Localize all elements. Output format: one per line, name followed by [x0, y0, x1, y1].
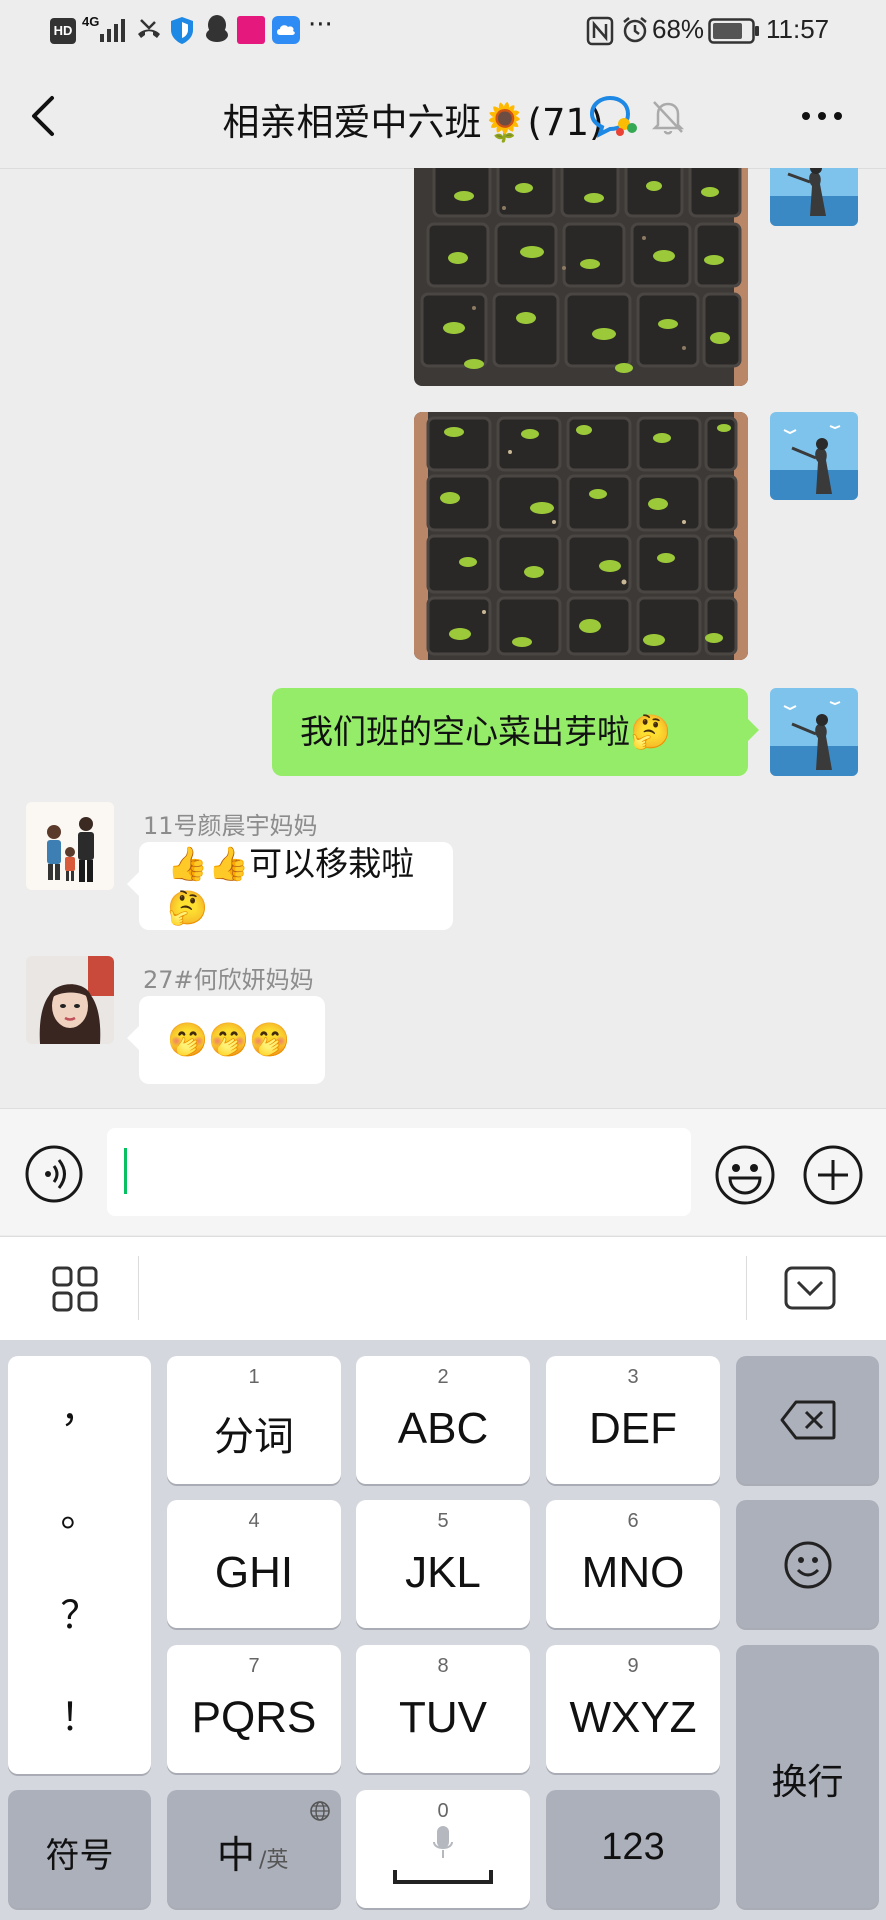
image-message[interactable]: [414, 412, 748, 660]
enter-key[interactable]: 换行: [736, 1645, 879, 1908]
globe-icon: [310, 1801, 330, 1821]
keyboard-toolbar: [0, 1236, 886, 1341]
smiley-icon: [784, 1541, 832, 1589]
bubble-tail: [747, 718, 759, 742]
my-avatar[interactable]: [770, 688, 858, 776]
more-notifications: ···: [308, 10, 333, 40]
backspace-key[interactable]: [736, 1356, 879, 1484]
key-number: 7: [248, 1655, 260, 1677]
key-1[interactable]: 1 分词: [167, 1356, 341, 1484]
key-number: 0: [437, 1800, 449, 1822]
backspace-icon: [780, 1400, 836, 1440]
text-caret: [124, 1148, 127, 1194]
key-5[interactable]: 5 JKL: [356, 1500, 530, 1628]
qq-icon: [206, 15, 228, 42]
key-label: JKL: [405, 1548, 481, 1597]
hd-badge: HD: [50, 18, 76, 44]
message-text: 👍👍可以移栽啦🤔: [167, 844, 415, 927]
key-number: 5: [437, 1510, 449, 1532]
member-avatar[interactable]: [26, 956, 114, 1044]
key-label: MNO: [581, 1548, 685, 1597]
key-3[interactable]: 3 DEF: [546, 1356, 720, 1484]
key-label: DEF: [589, 1404, 677, 1453]
my-text-bubble[interactable]: 我们班的空心菜出芽啦🤔: [272, 688, 748, 776]
key-4[interactable]: 4 GHI: [167, 1500, 341, 1628]
message-text: 我们班的空心菜出芽啦🤔: [300, 712, 672, 751]
key-7[interactable]: 7 PQRS: [167, 1645, 341, 1773]
shield-icon: [171, 17, 193, 44]
message-text: 🤭🤭🤭: [167, 1020, 291, 1059]
network-label: 4G: [82, 14, 100, 29]
my-avatar[interactable]: [770, 412, 858, 500]
key-6[interactable]: 6 MNO: [546, 1500, 720, 1628]
more-options-icon[interactable]: [800, 110, 844, 122]
key-label: TUV: [399, 1693, 487, 1742]
key-number: 1: [248, 1366, 260, 1388]
chat-title: 相亲相爱中六班🌻(71): [0, 92, 886, 146]
nfc-icon: [586, 16, 614, 46]
key-label: 分词: [214, 1414, 294, 1460]
key-exclamation[interactable]: ！: [8, 1686, 151, 1741]
member-text-bubble[interactable]: 🤭🤭🤭: [139, 996, 325, 1084]
voice-input-icon[interactable]: [24, 1144, 84, 1204]
bubble-tail: [127, 872, 139, 896]
bubble-tail: [127, 1026, 139, 1050]
add-attachment-icon[interactable]: [802, 1144, 864, 1206]
key-label: 换行: [771, 1762, 844, 1803]
signal-icon: [100, 19, 125, 42]
alarm-icon: [623, 17, 647, 43]
battery-percent: 68%: [652, 14, 705, 44]
app-notification-icon: [237, 16, 265, 44]
emoji-icon[interactable]: [714, 1144, 776, 1206]
toolbar-divider: [746, 1256, 747, 1320]
missed-call-icon: [138, 19, 160, 38]
key-question[interactable]: ？: [8, 1584, 151, 1639]
battery-icon: [708, 18, 759, 44]
key-number: 6: [627, 1510, 639, 1532]
mute-bell-icon: [651, 101, 685, 135]
key-period[interactable]: 。: [8, 1482, 151, 1537]
member-avatar[interactable]: [26, 802, 114, 890]
spacebar-icon: [393, 1870, 493, 1884]
microphone-icon: [433, 1826, 453, 1858]
toolbar-divider: [138, 1256, 139, 1320]
key-9[interactable]: 9 WXYZ: [546, 1645, 720, 1773]
keyboard-menu-icon[interactable]: [52, 1266, 98, 1312]
hide-keyboard-icon[interactable]: [784, 1266, 836, 1310]
number-mode-key[interactable]: 123: [546, 1790, 720, 1908]
key-number: 4: [248, 1510, 260, 1532]
key-number: 9: [627, 1655, 639, 1677]
image-message[interactable]: [414, 168, 748, 386]
key-label: 123: [601, 1826, 665, 1868]
key-label: PQRS: [191, 1693, 317, 1742]
status-bar: HD 4G ··· 68% 11:57: [0, 0, 886, 62]
key-label: 符号: [45, 1836, 114, 1876]
key-comma[interactable]: ，: [8, 1378, 151, 1433]
space-key[interactable]: 0: [356, 1790, 530, 1908]
key-number: 8: [437, 1655, 449, 1677]
message-input[interactable]: [107, 1128, 691, 1216]
cloud-app-icon: [272, 16, 300, 44]
lang-main-label: 中: [217, 1833, 256, 1877]
lang-alt-label: /英: [259, 1848, 289, 1873]
group-chat-badge-icon: [589, 95, 637, 138]
clock: 11:57: [766, 14, 830, 44]
group-name: 相亲相爱中六班🌻(71): [222, 101, 604, 144]
sender-name: 11号颜晨宇妈妈: [143, 812, 318, 840]
key-number: 3: [627, 1366, 639, 1388]
key-8[interactable]: 8 TUV: [356, 1645, 530, 1773]
key-number: 2: [437, 1366, 449, 1388]
key-label: ABC: [397, 1404, 489, 1453]
language-switch-key[interactable]: 中 /英: [167, 1790, 341, 1908]
punctuation-column: ， 。 ？ ！: [8, 1356, 151, 1774]
member-text-bubble[interactable]: 👍👍可以移栽啦🤔: [139, 842, 453, 930]
key-label: WXYZ: [569, 1693, 697, 1742]
sender-name: 27#何欣妍妈妈: [143, 966, 314, 994]
key-2[interactable]: 2 ABC: [356, 1356, 530, 1484]
my-avatar[interactable]: [770, 168, 858, 226]
key-label: GHI: [214, 1548, 294, 1597]
symbols-key[interactable]: 符号: [8, 1790, 151, 1908]
emoji-key[interactable]: [736, 1500, 879, 1628]
